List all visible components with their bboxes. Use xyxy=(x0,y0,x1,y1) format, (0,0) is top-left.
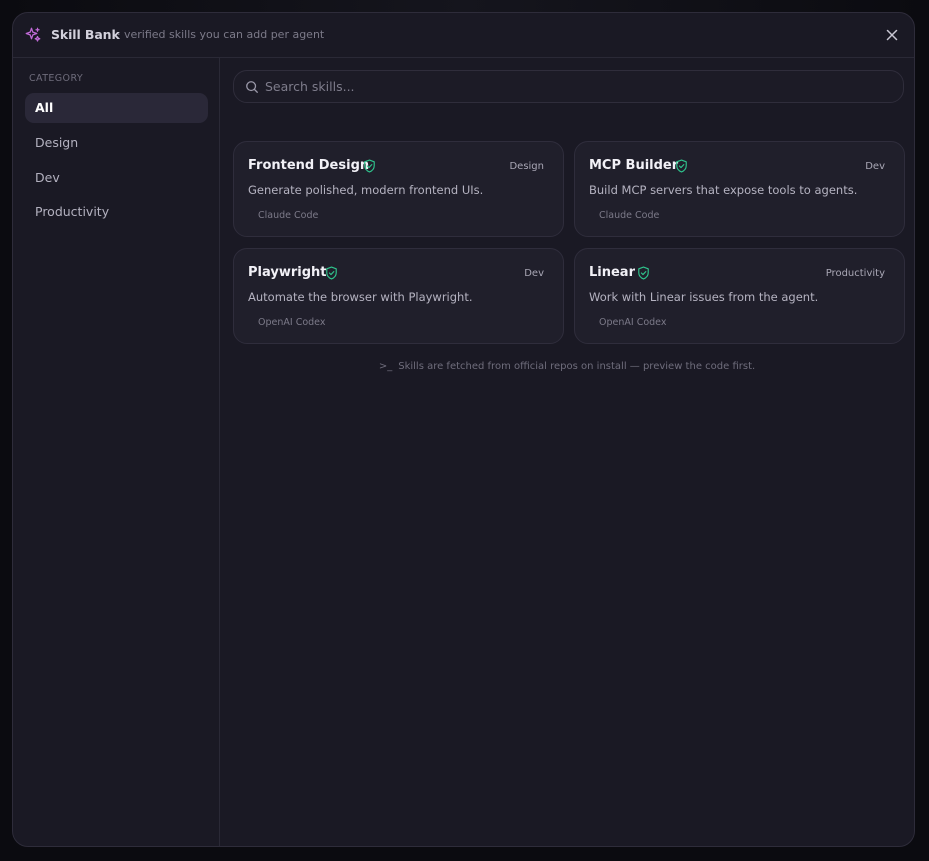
skill-card-playwright[interactable]: Playwright Dev Automate the browser with… xyxy=(233,248,564,344)
skill-description: Work with Linear issues from the agent. xyxy=(589,290,819,304)
search-icon xyxy=(246,81,258,93)
category-heading: CATEGORY xyxy=(29,73,84,84)
close-icon[interactable] xyxy=(884,27,900,43)
sidebar-item-label: Design xyxy=(35,135,79,150)
terminal-prompt-icon: >_ xyxy=(378,361,393,372)
skill-source: Claude Code xyxy=(258,210,319,221)
dialog-subtitle: · verified skills you can add per agent xyxy=(117,28,325,41)
skill-description: Build MCP servers that expose tools to a… xyxy=(589,183,858,197)
sidebar-item-label: Productivity xyxy=(35,204,110,219)
sparkles-icon xyxy=(25,27,41,42)
search-input[interactable] xyxy=(265,71,885,102)
dialog-header: Skill Bank · verified skills you can add… xyxy=(13,13,914,58)
category-sidebar: CATEGORY All Design Dev Productivity xyxy=(13,58,220,846)
skill-description: Automate the browser with Playwright. xyxy=(248,290,473,304)
skill-category-tag: Design xyxy=(509,161,544,172)
skill-source: OpenAI Codex xyxy=(258,317,326,328)
skill-description: Generate polished, modern frontend UIs. xyxy=(248,183,484,197)
skill-card-frontend-design[interactable]: Frontend Design Design Generate polished… xyxy=(233,141,564,237)
skill-source: OpenAI Codex xyxy=(599,317,667,328)
skill-name: Playwright xyxy=(248,265,327,280)
dialog-title: Skill Bank xyxy=(51,27,120,42)
verified-shield-icon xyxy=(326,266,337,280)
skills-panel: Frontend Design Design Generate polished… xyxy=(220,58,914,846)
skill-category-tag: Dev xyxy=(865,161,885,172)
sidebar-item-design[interactable]: Design xyxy=(25,128,208,158)
skill-name: MCP Builder xyxy=(589,158,679,173)
sidebar-item-productivity[interactable]: Productivity xyxy=(25,197,208,227)
sidebar-item-all[interactable]: All xyxy=(25,93,208,123)
verified-shield-icon xyxy=(638,266,649,280)
skill-category-tag: Productivity xyxy=(825,268,885,279)
skill-category-tag: Dev xyxy=(524,268,544,279)
sidebar-item-label: All xyxy=(35,100,54,115)
verified-shield-icon xyxy=(676,159,687,173)
install-footnote: >_ Skills are fetched from official repos… xyxy=(220,361,914,372)
skill-card-mcp-builder[interactable]: MCP Builder Dev Build MCP servers that e… xyxy=(574,141,905,237)
search-bar xyxy=(233,70,904,103)
sidebar-item-label: Dev xyxy=(35,170,60,185)
skill-bank-dialog: Skill Bank · verified skills you can add… xyxy=(12,12,915,847)
verified-shield-icon xyxy=(364,159,375,173)
sidebar-item-dev[interactable]: Dev xyxy=(25,163,208,193)
skill-name: Frontend Design xyxy=(248,158,370,173)
skill-name: Linear xyxy=(589,265,635,280)
skill-card-linear[interactable]: Linear Productivity Work with Linear iss… xyxy=(574,248,905,344)
skill-source: Claude Code xyxy=(599,210,660,221)
footnote-text: Skills are fetched from official repos o… xyxy=(398,361,756,372)
